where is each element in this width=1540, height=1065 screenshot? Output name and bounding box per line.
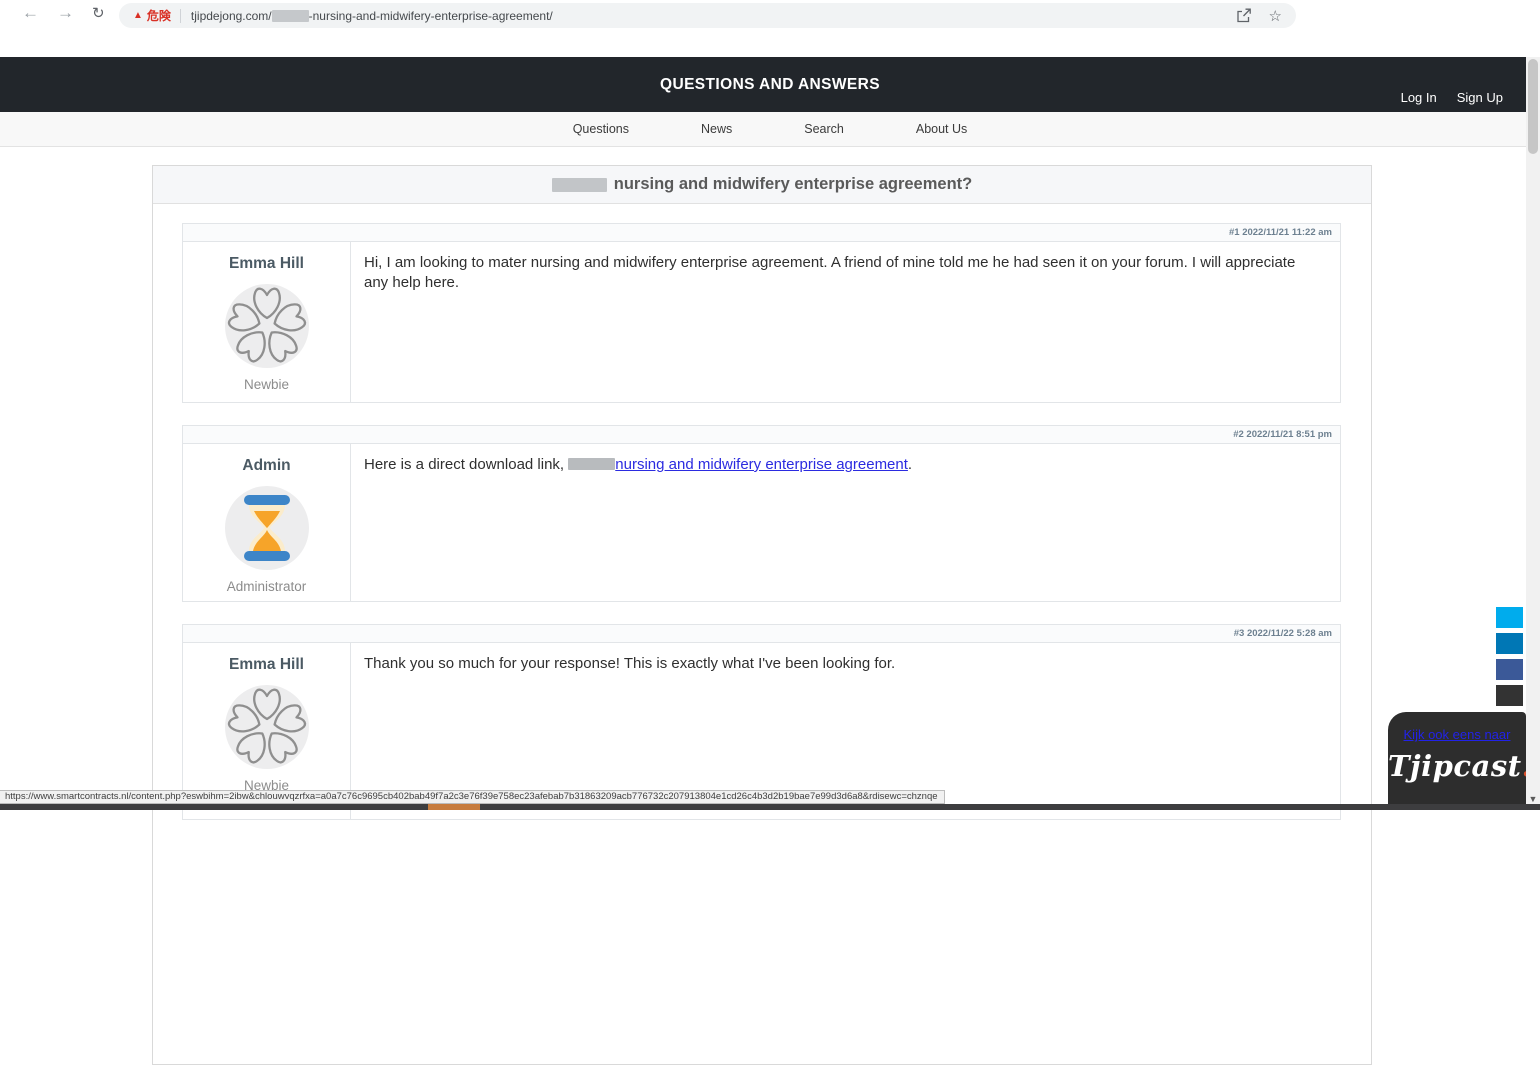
flower-icon <box>227 688 306 764</box>
author-name[interactable]: Admin <box>183 457 350 475</box>
post-2-content: Here is a direct download link, nursing … <box>351 444 1340 601</box>
browser-toolbar: ← → ↻ ▲ 危険 tjipdejong.com/ -nursing-and-m… <box>0 0 1540 31</box>
thread-card: nursing and midwifery enterprise agreeme… <box>152 165 1372 1065</box>
post-1-timestamp: #1 2022/11/21 11:22 am <box>183 224 1340 242</box>
thread-title-text: nursing and midwifery enterprise agreeme… <box>613 175 973 193</box>
more-share-button[interactable] <box>1496 685 1523 706</box>
security-warning-icon[interactable]: ▲ <box>133 10 143 21</box>
nav-item-news[interactable]: News <box>701 122 732 136</box>
main-nav: Questions News Search About Us <box>0 112 1540 147</box>
post-3-timestamp: #3 2022/11/22 5:28 am <box>183 625 1340 643</box>
hourglass-icon <box>243 495 290 561</box>
post-2-timestamp: #2 2022/11/21 8:51 pm <box>183 426 1340 444</box>
avatar[interactable] <box>224 486 309 570</box>
forward-icon[interactable]: → <box>57 3 74 23</box>
bookmark-star-icon[interactable]: ☆ <box>1269 7 1282 25</box>
flower-icon <box>227 287 306 363</box>
share-rail <box>1496 607 1523 711</box>
post-1-author-panel: Emma Hill Newbie <box>183 242 351 402</box>
promo-link[interactable]: Kijk ook eens naar <box>1404 727 1511 742</box>
post-list: #1 2022/11/21 11:22 am Emma Hill Newbie … <box>153 204 1371 820</box>
post-1: #1 2022/11/21 11:22 am Emma Hill Newbie … <box>182 223 1341 403</box>
auth-links: Log In Sign Up <box>1401 90 1503 105</box>
post-2-author-panel: Admin Administrator <box>183 444 351 601</box>
nav-item-questions[interactable]: Questions <box>573 122 629 136</box>
twitter-share-button[interactable] <box>1496 607 1523 628</box>
omnibox-divider <box>179 8 181 23</box>
post-2-text: Here is a direct download link, <box>364 456 569 473</box>
url-redaction-box <box>271 9 309 22</box>
linkedin-share-button[interactable] <box>1496 633 1523 654</box>
facebook-share-button[interactable] <box>1496 659 1523 680</box>
login-link[interactable]: Log In <box>1401 90 1437 105</box>
author-role: Administrator <box>226 579 307 594</box>
title-redaction-box <box>551 177 607 192</box>
nav-item-about-us[interactable]: About Us <box>916 122 967 136</box>
author-role: Newbie <box>243 377 290 392</box>
taskbar-edge <box>0 804 1540 810</box>
scrollbar-down-arrow-icon[interactable]: ▼ <box>1526 794 1540 804</box>
thread-title: nursing and midwifery enterprise agreeme… <box>153 166 1371 204</box>
status-url-tooltip: https://www.smartcontracts.nl/content.ph… <box>0 790 945 804</box>
author-name[interactable]: Emma Hill <box>183 656 350 674</box>
avatar[interactable] <box>224 284 309 368</box>
nav-item-search[interactable]: Search <box>804 122 844 136</box>
link-redaction-box <box>568 458 616 470</box>
download-link[interactable]: nursing and midwifery enterprise agreeme… <box>568 456 908 473</box>
promo-box: Kijk ook eens naar Tjipcast. <box>1388 712 1532 810</box>
author-name[interactable]: Emma Hill <box>183 255 350 273</box>
scrollbar[interactable]: ▼ <box>1526 57 1540 810</box>
reload-icon[interactable]: ↻ <box>92 4 105 22</box>
post-2: #2 2022/11/21 8:51 pm Admin Administrato… <box>182 425 1341 602</box>
post-2-text-end: . <box>907 456 913 473</box>
site-header: QUESTIONS AND ANSWERS Log In Sign Up <box>0 57 1540 112</box>
avatar[interactable] <box>224 685 309 769</box>
post-1-content: Hi, I am looking to mater nursing and mi… <box>364 254 1296 291</box>
back-icon[interactable]: ← <box>22 3 39 23</box>
security-warning-label[interactable]: 危険 <box>147 7 171 24</box>
signup-link[interactable]: Sign Up <box>1457 90 1503 105</box>
share-icon[interactable] <box>1236 8 1252 23</box>
tjipcast-logo: Tjipcast. <box>1388 749 1532 783</box>
scrollbar-thumb[interactable] <box>1528 59 1538 154</box>
address-bar[interactable]: ▲ 危険 tjipdejong.com/ -nursing-and-midwife… <box>119 3 1296 28</box>
site-title: QUESTIONS AND ANSWERS <box>660 76 880 93</box>
url-prefix: tjipdejong.com/ <box>190 8 272 23</box>
taskbar-accent <box>428 804 480 810</box>
url-suffix: -nursing-and-midwifery-enterprise-agreem… <box>308 8 553 23</box>
page-url: tjipdejong.com/ -nursing-and-midwifery-en… <box>191 9 553 23</box>
